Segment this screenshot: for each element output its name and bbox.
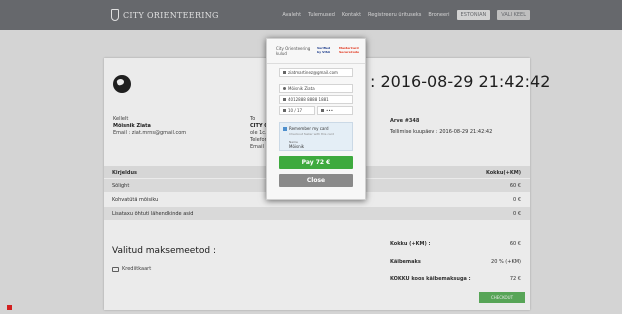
- email-field[interactable]: ziatmartinez@gmail.com: [279, 68, 353, 77]
- remember-card-box[interactable]: Remember my card Checkout faster with th…: [279, 122, 353, 151]
- mastercard-logo: MasterCard SecureCode: [339, 46, 360, 54]
- remember-sub: Checkout faster with this card: [289, 132, 334, 136]
- merchant-sub: kulud: [276, 51, 287, 56]
- email-value: ziatmartinez@gmail.com: [288, 69, 338, 75]
- pay-button[interactable]: Pay 72 €: [279, 156, 353, 169]
- remember-label: Remember my card: [289, 126, 329, 131]
- payment-modal: City Orienteering kulud Verified by VISA…: [266, 38, 366, 200]
- cvc-field[interactable]: •••: [317, 106, 353, 115]
- name-field[interactable]: Mõisnik Ziata: [279, 84, 353, 93]
- card-icon: [283, 98, 286, 101]
- card-number-value: 4012888 8888 1881: [288, 96, 329, 102]
- remember-field-value[interactable]: Mõisnik: [289, 144, 304, 149]
- expiry-value: 10 / 17: [288, 107, 303, 113]
- merchant-logo: City Orienteering kulud: [276, 46, 310, 56]
- remember-checkbox[interactable]: [283, 127, 287, 131]
- name-value: Mõisnik Ziata: [288, 85, 315, 91]
- lock-icon: [321, 109, 324, 112]
- cvc-value: •••: [326, 107, 334, 113]
- card-number-field[interactable]: 4012888 8888 1881: [279, 95, 353, 104]
- corner-marker: [7, 305, 12, 310]
- expiry-field[interactable]: 10 / 17: [279, 106, 315, 115]
- close-button[interactable]: Close: [279, 174, 353, 187]
- calendar-icon: [283, 109, 286, 112]
- user-icon: [283, 87, 286, 90]
- email-icon: [283, 71, 286, 74]
- card-brand-logos: Verified by VISA MasterCard SecureCode: [317, 46, 359, 54]
- modal-divider: [267, 63, 365, 64]
- visa-logo: Verified by VISA: [317, 46, 331, 54]
